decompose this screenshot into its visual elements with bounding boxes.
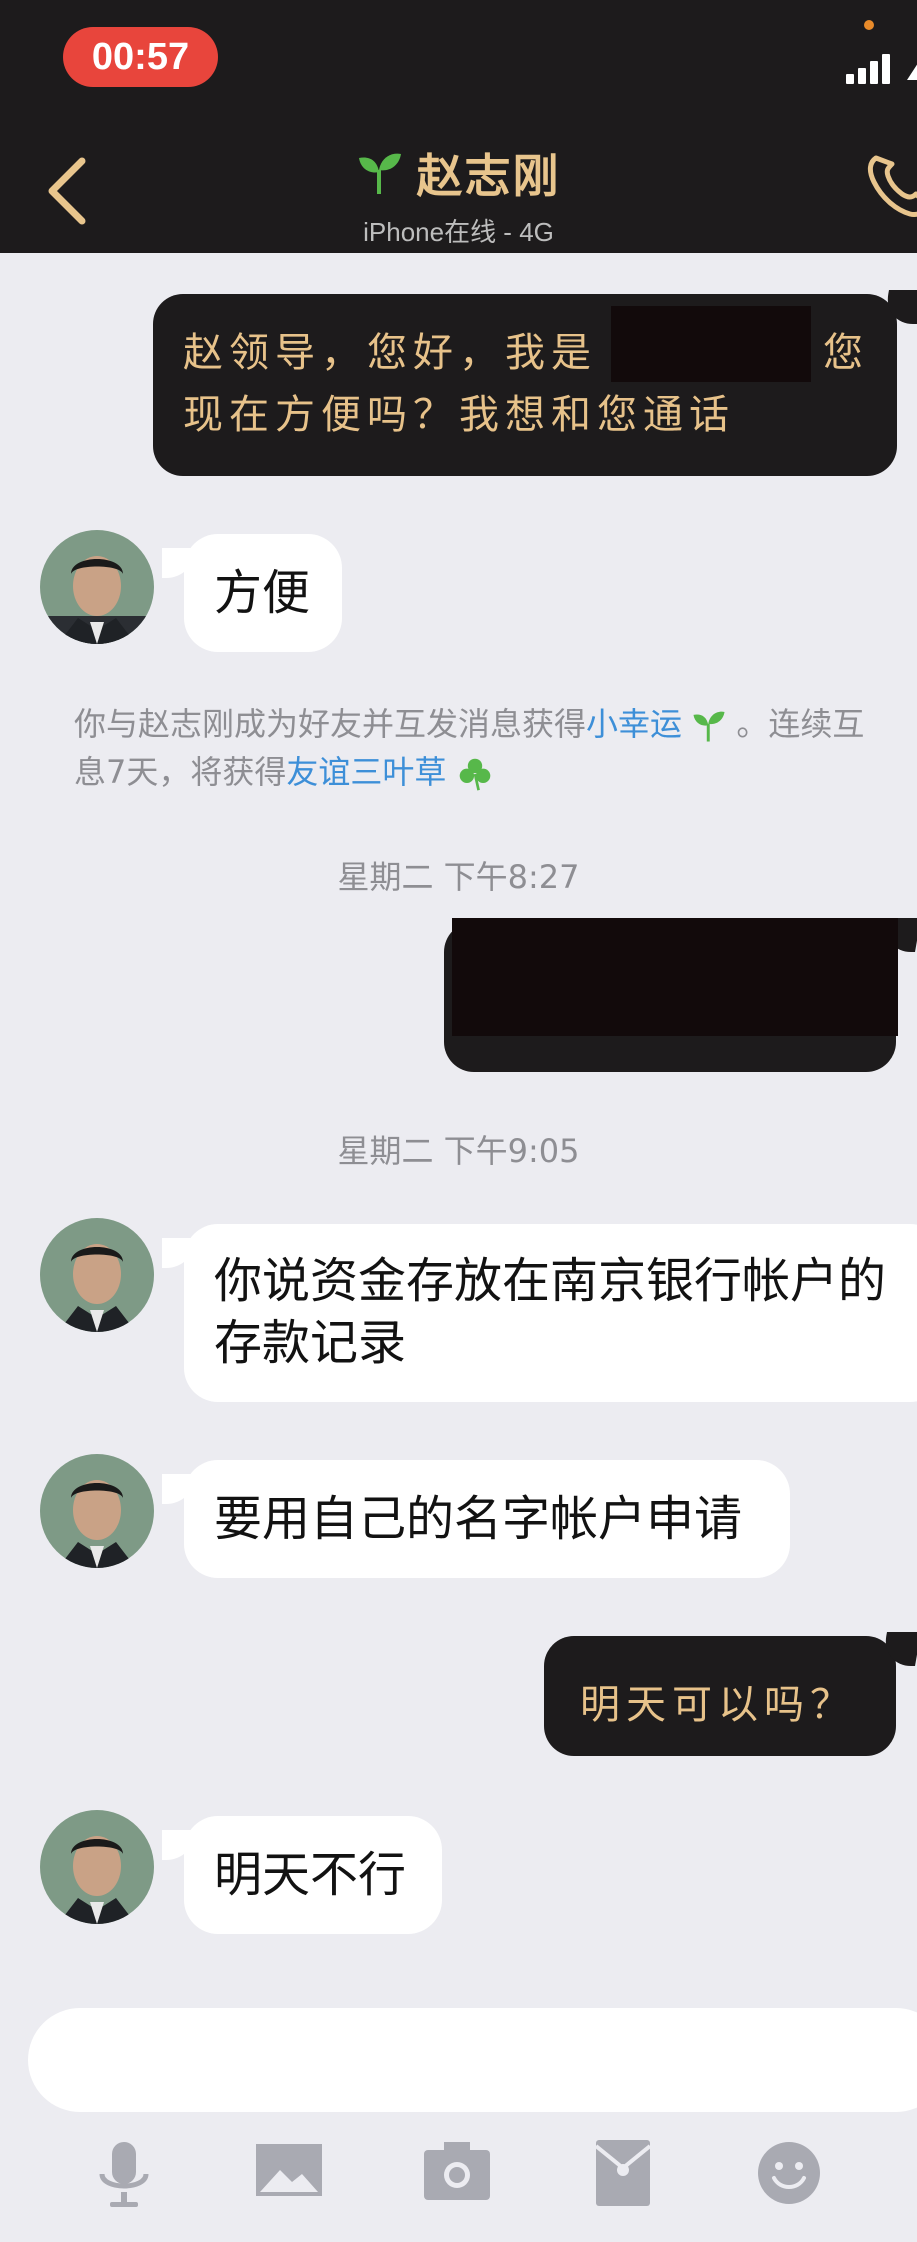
- sprout-icon: [358, 153, 401, 195]
- message-timestamp: 星期二 下午9:05: [337, 1132, 580, 1170]
- redacted-region: [452, 918, 898, 1036]
- contact-avatar[interactable]: [40, 1810, 154, 1924]
- online-status: iPhone在线 - 4G: [363, 217, 554, 247]
- message-text: 要用自己的名字帐户申请: [214, 1491, 743, 1547]
- contact-photo: [40, 1810, 154, 1924]
- notification-dot: [864, 20, 874, 30]
- xiaoxingyun-link[interactable]: 小幸运: [586, 705, 682, 743]
- image-icon[interactable]: [256, 2140, 322, 2200]
- message-text: 明天不行: [214, 1847, 407, 1903]
- chat-title-area[interactable]: 赵志刚 iPhone在线 - 4G: [0, 140, 917, 249]
- clover-icon: [459, 758, 490, 791]
- friendship-clover-link[interactable]: 友谊三叶草: [286, 753, 446, 791]
- cellular-signal-icon: [846, 48, 906, 84]
- message-text-line: 赵领导，您好，我是: [183, 330, 597, 376]
- contact-photo: [40, 1454, 154, 1568]
- camera-icon[interactable]: [424, 2140, 490, 2200]
- chat-header: 00:57 赵志刚 iPhone在线 - 4G: [0, 0, 917, 253]
- system-text: 息7天，将获得: [74, 753, 287, 791]
- message-text-line: 现在方便吗？我想和您通话: [183, 392, 735, 438]
- incoming-message[interactable]: 明天不行: [184, 1816, 442, 1934]
- system-text: 。连续互: [736, 705, 865, 743]
- contact-avatar[interactable]: [40, 1454, 154, 1568]
- friendship-system-message: 你与赵志刚成为好友并互发消息获得小幸运 。连续互 息7天，将获得友谊三叶草: [74, 700, 917, 796]
- incoming-message[interactable]: 方便: [184, 534, 342, 652]
- message-text: 方便: [214, 565, 311, 621]
- contact-avatar[interactable]: [40, 1218, 154, 1332]
- message-input[interactable]: [28, 2008, 917, 2112]
- wifi-icon: [905, 52, 917, 82]
- contact-photo: [40, 530, 154, 644]
- microphone-icon[interactable]: [94, 2140, 154, 2210]
- emoji-icon[interactable]: [756, 2140, 822, 2206]
- message-text: 明天可以吗？: [580, 1682, 856, 1728]
- incoming-message[interactable]: 你说资金存放在南京银行帐户的 存款记录: [184, 1224, 917, 1402]
- contact-photo: [40, 1218, 154, 1332]
- outgoing-message[interactable]: 赵领导，您好，我是 您 现在方便吗？我想和您通话: [153, 294, 897, 476]
- message-text-line: 你说资金存放在南京银行帐户的: [214, 1253, 887, 1309]
- contact-name: 赵志刚: [416, 149, 561, 203]
- incoming-message[interactable]: 要用自己的名字帐户申请: [184, 1460, 790, 1578]
- outgoing-message[interactable]: 明天可以吗？: [544, 1636, 896, 1756]
- sprout-icon: [693, 711, 725, 742]
- message-text-line: 您: [823, 330, 863, 376]
- call-button[interactable]: [866, 152, 917, 222]
- message-timestamp: 星期二 下午8:27: [337, 858, 580, 896]
- phone-icon: [867, 155, 917, 217]
- message-text-line: 存款记录: [214, 1315, 407, 1371]
- call-timer-pill[interactable]: 00:57: [63, 27, 218, 87]
- system-text: 你与赵志刚成为好友并互发消息获得: [74, 705, 587, 743]
- contact-avatar[interactable]: [40, 530, 154, 644]
- redacted-region: [611, 306, 811, 382]
- red-packet-icon[interactable]: [596, 2140, 650, 2206]
